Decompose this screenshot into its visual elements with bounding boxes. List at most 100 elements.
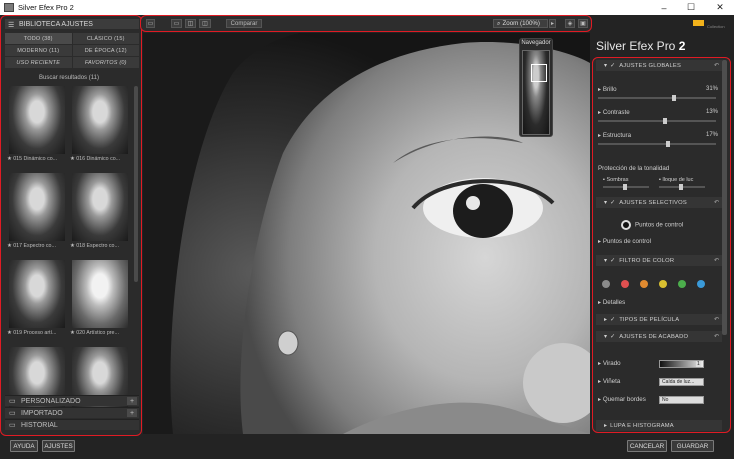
color-swatch[interactable] (678, 280, 686, 288)
section-tipos-pelicula[interactable]: ▸ ✓ TIPOS DE PELÍCULA ↶ (596, 314, 722, 325)
estructura-value: 17% (705, 132, 718, 138)
section-importado[interactable]: ▭ IMPORTADO + (5, 407, 139, 418)
collapse-icon: ▸ (604, 316, 608, 323)
luces-slider[interactable] (659, 184, 705, 190)
single-view-icon[interactable]: ▭ (171, 19, 182, 28)
preset-caption: ★ 015 Dinámico co... (7, 156, 58, 162)
section-title: AJUSTES SELECTIVOS (619, 199, 687, 206)
section-ajustes-acabado[interactable]: ▾ ✓ AJUSTES DE ACABADO ↶ (596, 331, 722, 342)
brillo-row: ▸ Brillo 31% (598, 86, 718, 93)
vineta-select[interactable]: Caída de luz... (659, 378, 704, 386)
brand-version: 2 (678, 39, 686, 53)
detalles-row[interactable]: ▸ Detalles (598, 299, 718, 306)
slider-knob[interactable] (672, 95, 676, 101)
preset-thumb[interactable]: ★ 019 Proceso artí... (7, 260, 67, 336)
tab-favoritos[interactable]: FAVORITOS (0) (72, 57, 139, 68)
title-bar: Silver Efex Pro 2 – ☐ ✕ (0, 0, 734, 15)
slider-knob[interactable] (666, 141, 670, 147)
navigator-thumbnail[interactable] (522, 50, 550, 135)
color-swatch[interactable] (697, 280, 705, 288)
virado-value: 1 (696, 361, 701, 367)
split-view-icon[interactable]: ◫ (185, 19, 196, 28)
luces-row: ▪ lloque de luc (659, 177, 719, 183)
expand-icon: ▾ (604, 257, 608, 264)
tab-clasico[interactable]: CLÁSICO (15) (72, 33, 139, 44)
preset-thumb[interactable]: ★ 016 Dinámico co... (70, 86, 130, 162)
contraste-slider[interactable] (598, 118, 716, 124)
settings-button[interactable]: AJUSTES (42, 440, 75, 452)
detalles-label: Detalles (602, 299, 626, 306)
zoom-dropdown-icon[interactable]: ▸ (549, 19, 556, 28)
sombras-slider[interactable] (603, 184, 649, 190)
preset-thumb[interactable]: ★ 015 Dinámico co... (7, 86, 67, 162)
nik-logo (693, 20, 704, 26)
add-button[interactable]: + (127, 409, 137, 417)
check-icon[interactable]: ✓ (610, 63, 615, 69)
close-button[interactable]: ✕ (708, 0, 732, 15)
preset-preview (72, 173, 128, 241)
color-swatch[interactable] (659, 280, 667, 288)
undo-icon[interactable]: ↶ (714, 200, 719, 206)
zoom-control[interactable]: ⌕ Zoom (100%) (493, 19, 548, 28)
expand-icon: ▾ (604, 199, 608, 206)
slider-knob[interactable] (679, 184, 683, 190)
tab-de-epoca[interactable]: DE ÉPOCA (12) (72, 45, 139, 56)
toggle-panel-icon[interactable]: ▭ (146, 19, 155, 28)
adjustments-scrollbar[interactable] (722, 60, 727, 335)
navigator-viewport-box[interactable] (531, 64, 547, 82)
slider-knob[interactable] (663, 118, 667, 124)
preset-thumb[interactable]: ★ 017 Espectro co... (7, 173, 67, 249)
side-by-side-icon[interactable]: ◫ (199, 19, 211, 28)
cancel-button[interactable]: CANCELAR (627, 440, 667, 452)
add-control-point-button[interactable]: Puntos de control (621, 220, 730, 230)
background-toggle-icon[interactable]: ◈ (565, 19, 575, 28)
section-ajustes-globales[interactable]: ▾ ✓ AJUSTES GLOBALES ↶ (596, 60, 722, 71)
tab-moderno[interactable]: MODERNO (11) (5, 45, 72, 56)
compare-button[interactable]: Comparar (226, 19, 262, 28)
color-swatch[interactable] (640, 280, 648, 288)
check-icon[interactable]: ✓ (610, 258, 615, 264)
section-historial[interactable]: ▭ HISTORIAL (5, 419, 139, 430)
sombras-label: Sombras (606, 177, 629, 183)
section-personalizado[interactable]: ▭ PERSONALIZADO + (5, 395, 139, 406)
import-icon: ▭ (9, 410, 16, 417)
adjustments-panel: ▾ ✓ AJUSTES GLOBALES ↶ ▸ Brillo 31% ▸ Contra… (592, 57, 731, 433)
maximize-button[interactable]: ☐ (679, 0, 703, 15)
virado-select[interactable]: 1 (659, 360, 704, 368)
tab-uso-reciente[interactable]: USO RECIENTE (5, 57, 72, 68)
check-icon[interactable]: ✓ (610, 200, 615, 206)
slider-knob[interactable] (623, 184, 627, 190)
quemar-select[interactable]: No (659, 396, 704, 404)
control-points-row[interactable]: ▸ Puntos de control (598, 238, 718, 245)
section-lupa-histograma[interactable]: ▸ LUPA E HISTOGRAMA (596, 420, 722, 431)
help-button[interactable]: AYUDA (10, 440, 38, 452)
check-icon[interactable]: ✓ (610, 317, 615, 323)
color-swatch[interactable] (602, 280, 610, 288)
sombras-icon: ▪ (603, 177, 605, 183)
section-title: AJUSTES DE ACABADO (619, 333, 689, 340)
preset-thumb[interactable]: ★ 020 Artístico pre... (70, 260, 130, 336)
section-filtro-color[interactable]: ▾ ✓ FILTRO DE COLOR ↶ (596, 255, 722, 266)
brillo-slider[interactable] (598, 95, 716, 101)
undo-icon[interactable]: ↶ (714, 63, 719, 69)
library-scrollbar[interactable] (134, 86, 138, 282)
section-ajustes-selectivos[interactable]: ▾ ✓ AJUSTES SELECTIVOS ↶ (596, 197, 722, 208)
add-button[interactable]: + (127, 397, 137, 405)
color-swatch[interactable] (621, 280, 629, 288)
tab-todo[interactable]: TODO (38) (5, 33, 72, 44)
library-header[interactable]: ☰ BIBLIOTECA AJUSTES (5, 19, 139, 29)
estructura-slider[interactable] (598, 141, 716, 147)
save-button[interactable]: GUARDAR (671, 440, 714, 452)
preset-preview (9, 173, 65, 241)
undo-icon[interactable]: ↶ (714, 334, 719, 340)
preset-thumb[interactable]: ★ 018 Espectro co... (70, 173, 130, 249)
fullscreen-icon[interactable]: ▣ (578, 19, 588, 28)
undo-icon[interactable]: ↶ (714, 258, 719, 264)
check-icon[interactable]: ✓ (610, 334, 615, 340)
section-label: IMPORTADO (21, 409, 63, 417)
minimize-button[interactable]: – (652, 0, 676, 15)
undo-icon[interactable]: ↶ (714, 317, 719, 323)
preset-preview (72, 86, 128, 154)
brand-name: Silver Efex Pro (596, 39, 676, 53)
preset-caption: ★ 019 Proceso artí... (7, 330, 57, 336)
